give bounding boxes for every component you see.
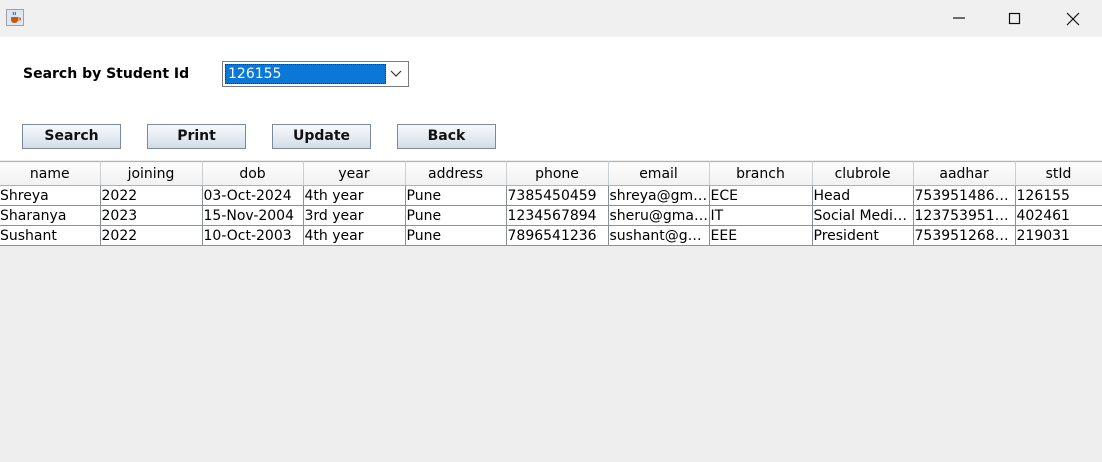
table-cell[interactable]: 126155 xyxy=(1015,185,1102,206)
table-row[interactable]: Sushant 2022 10-Oct-2003 4th year Pune 7… xyxy=(0,225,1102,246)
column-header-year[interactable]: year xyxy=(303,161,406,186)
table-cell[interactable]: 402461 xyxy=(1015,205,1102,226)
table-row[interactable]: Shreya 2022 03-Oct-2024 4th year Pune 73… xyxy=(0,185,1102,206)
table-header-row: name joining dob year address phone emai… xyxy=(0,161,1102,186)
table-cell[interactable]: 2023 xyxy=(100,205,203,226)
column-header-address[interactable]: address xyxy=(405,161,507,186)
table-cell[interactable]: 1234567894 xyxy=(506,205,609,226)
table-cell[interactable]: 7385450459 xyxy=(506,185,609,206)
print-button[interactable]: Print xyxy=(147,124,246,149)
maximize-icon xyxy=(1008,12,1021,25)
minimize-button[interactable] xyxy=(930,0,988,37)
table-cell[interactable]: sheru@gmail... xyxy=(608,205,710,226)
search-button[interactable]: Search xyxy=(22,124,121,149)
table-cell[interactable]: 753951486245 xyxy=(913,185,1016,206)
column-header-joining[interactable]: joining xyxy=(100,161,203,186)
table-cell[interactable]: sushant@gm... xyxy=(608,225,710,246)
update-button[interactable]: Update xyxy=(272,124,371,149)
column-header-stid[interactable]: stId xyxy=(1015,161,1102,186)
maximize-button[interactable] xyxy=(986,0,1044,37)
java-cup-icon[interactable] xyxy=(6,9,24,26)
column-header-dob[interactable]: dob xyxy=(202,161,304,186)
students-table: name joining dob year address phone emai… xyxy=(0,161,1102,246)
table-cell[interactable]: Social Media ... xyxy=(812,205,914,226)
column-header-aadhar[interactable]: aadhar xyxy=(913,161,1016,186)
table-cell[interactable]: 3rd year xyxy=(303,205,406,226)
table-cell[interactable]: Pune xyxy=(405,205,507,226)
table-cell[interactable]: 03-Oct-2024 xyxy=(202,185,304,206)
table-cell[interactable]: ECE xyxy=(709,185,813,206)
table-cell[interactable]: 753951268439 xyxy=(913,225,1016,246)
table-cell[interactable]: 219031 xyxy=(1015,225,1102,246)
table-cell[interactable]: 2022 xyxy=(100,185,203,206)
chevron-down-icon[interactable] xyxy=(390,70,402,78)
table-cell[interactable]: 15-Nov-2004 xyxy=(202,205,304,226)
column-header-phone[interactable]: phone xyxy=(506,161,609,186)
table-cell[interactable]: IT xyxy=(709,205,813,226)
table-cell[interactable]: shreya@gma... xyxy=(608,185,710,206)
table-cell[interactable]: 4th year xyxy=(303,225,406,246)
table-cell[interactable]: President xyxy=(812,225,914,246)
close-button[interactable] xyxy=(1044,0,1102,37)
title-bar xyxy=(0,0,1102,37)
table-cell[interactable]: Sharanya xyxy=(0,205,101,226)
close-icon xyxy=(1066,12,1080,26)
form-panel: Search by Student Id 126155 Search Print… xyxy=(0,37,1102,160)
student-id-dropdown[interactable]: 126155 xyxy=(222,61,409,87)
column-header-branch[interactable]: branch xyxy=(709,161,813,186)
column-header-name[interactable]: name xyxy=(0,161,101,186)
column-header-email[interactable]: email xyxy=(608,161,710,186)
minimize-icon xyxy=(953,17,965,19)
student-id-selected-value: 126155 xyxy=(225,64,386,84)
table-row[interactable]: Sharanya 2023 15-Nov-2004 3rd year Pune … xyxy=(0,205,1102,226)
column-header-clubrole[interactable]: clubrole xyxy=(812,161,914,186)
table-cell[interactable]: Shreya xyxy=(0,185,101,206)
table-cell[interactable]: 123753951486 xyxy=(913,205,1016,226)
table-cell[interactable]: 2022 xyxy=(100,225,203,246)
students-table-area: name joining dob year address phone emai… xyxy=(0,160,1102,462)
table-cell[interactable]: 7896541236 xyxy=(506,225,609,246)
table-cell[interactable]: Pune xyxy=(405,185,507,206)
table-cell[interactable]: Pune xyxy=(405,225,507,246)
search-label: Search by Student Id xyxy=(23,66,190,82)
table-cell[interactable]: 4th year xyxy=(303,185,406,206)
table-cell[interactable]: 10-Oct-2003 xyxy=(202,225,304,246)
table-cell[interactable]: Sushant xyxy=(0,225,101,246)
table-cell[interactable]: Head xyxy=(812,185,914,206)
table-cell[interactable]: EEE xyxy=(709,225,813,246)
back-button[interactable]: Back xyxy=(397,124,496,149)
